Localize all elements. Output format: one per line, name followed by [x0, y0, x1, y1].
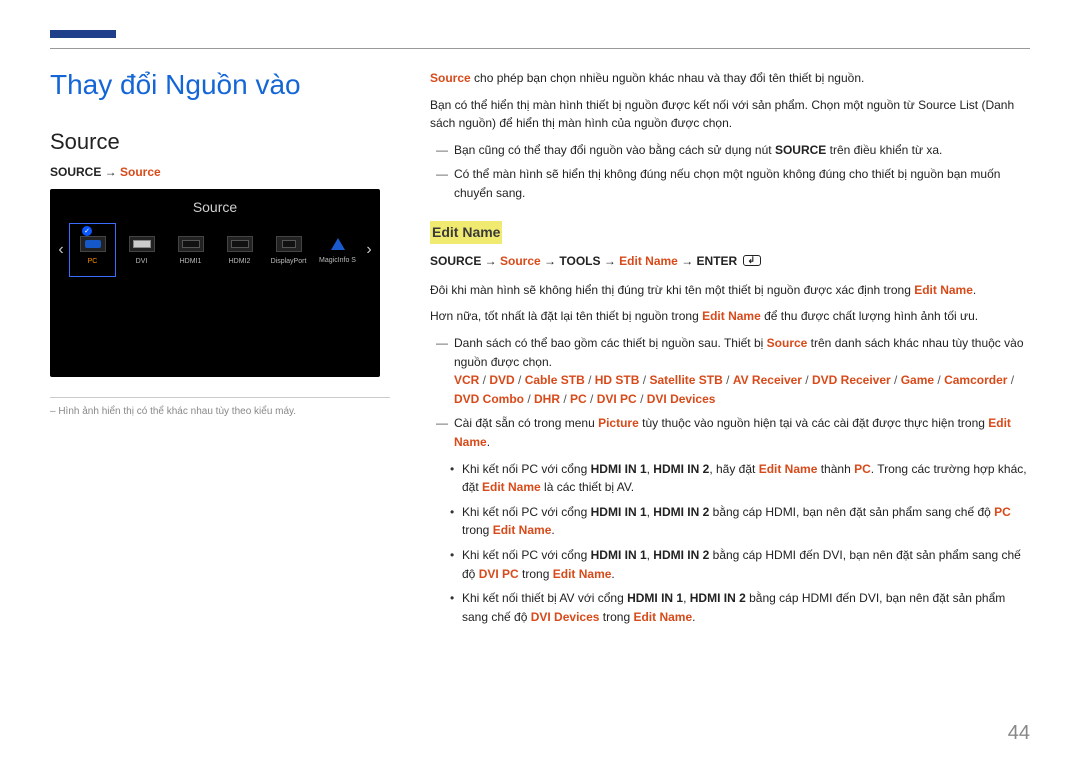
bullet-item: Khi kết nối thiết bị AV với cổng HDMI IN… — [430, 589, 1030, 626]
dash-item: Danh sách có thể bao gồm các thiết bị ng… — [430, 334, 1030, 408]
path-arrow: → — [101, 165, 120, 179]
intro-paragraph: Source cho phép bạn chọn nhiều nguồn khá… — [430, 69, 1030, 88]
path-source-value: Source — [120, 165, 161, 179]
device-list: VCR / DVD / Cable STB / HD STB / Satelli… — [454, 371, 1030, 408]
device-option: HD STB — [595, 373, 640, 387]
source-path: SOURCE → Source — [50, 165, 390, 179]
device-option: DHR — [534, 392, 560, 406]
device-option: Camcorder — [944, 373, 1007, 387]
osd-label: DVI — [136, 258, 148, 265]
edit-name-path: SOURCE → Source → TOOLS → Edit Name → EN… — [430, 252, 1030, 271]
right-column: Source cho phép bạn chọn nhiều nguồn khá… — [430, 69, 1030, 634]
osd-item-pc[interactable]: ✓ PC — [69, 223, 116, 277]
page: Thay đổi Nguồn vào Source SOURCE → Sourc… — [0, 0, 1080, 654]
path-source-key: SOURCE — [50, 165, 101, 179]
left-note: – Hình ảnh hiển thị có thể khác nhau tùy… — [50, 406, 390, 417]
dash-list: Danh sách có thể bao gồm các thiết bị ng… — [430, 334, 1030, 452]
device-option: Cable STB — [525, 373, 585, 387]
dash-list: Bạn cũng có thể thay đổi nguồn vào bằng … — [430, 141, 1030, 203]
header-divider — [50, 48, 1030, 49]
osd-row: ‹ ✓ PC DVI HDMI1 — [50, 223, 380, 277]
page-title: Thay đổi Nguồn vào — [50, 69, 390, 101]
dash-item: Bạn cũng có thể thay đổi nguồn vào bằng … — [430, 141, 1030, 160]
kw-source-key: SOURCE — [775, 143, 826, 157]
check-icon: ✓ — [82, 226, 92, 236]
device-option: DVD Combo — [454, 392, 524, 406]
osd-label: PC — [88, 258, 98, 265]
device-option: DVI Devices — [647, 392, 716, 406]
separator: / — [637, 392, 647, 406]
magicinfo-icon — [329, 237, 347, 251]
separator: / — [479, 373, 489, 387]
osd-item-hdmi2[interactable]: HDMI2 — [216, 223, 263, 277]
separator: / — [515, 373, 525, 387]
bullet-list: Khi kết nối PC với cổng HDMI IN 1, HDMI … — [430, 460, 1030, 627]
osd-label: MagicInfo S — [319, 257, 356, 264]
hdmi-icon — [178, 236, 204, 252]
vga-icon — [80, 236, 106, 252]
device-option: Satellite STB — [649, 373, 722, 387]
left-divider — [50, 397, 390, 398]
page-number: 44 — [1008, 722, 1030, 745]
osd-label: HDMI1 — [180, 258, 202, 265]
osd-list: ✓ PC DVI HDMI1 — [68, 223, 362, 277]
separator: / — [723, 373, 733, 387]
osd-item-displayport[interactable]: DisplayPort — [265, 223, 312, 277]
separator: / — [934, 373, 944, 387]
kw-source: Source — [430, 71, 471, 85]
subheading-edit-name: Edit Name — [430, 221, 502, 245]
osd-item-magicinfo[interactable]: MagicInfo S — [314, 223, 361, 277]
section-title: Source — [50, 129, 390, 155]
osd-item-hdmi1[interactable]: HDMI1 — [167, 223, 214, 277]
hdmi-icon — [227, 236, 253, 252]
header-accent — [50, 30, 116, 38]
dash-item: Cài đặt sẵn có trong menu Picture tùy th… — [430, 414, 1030, 451]
device-option: DVD Receiver — [812, 373, 891, 387]
separator: / — [891, 373, 901, 387]
osd-label: HDMI2 — [229, 258, 251, 265]
paragraph: Hơn nữa, tốt nhất là đặt lại tên thiết b… — [430, 307, 1030, 326]
separator: / — [639, 373, 649, 387]
dash-item: Có thể màn hình sẽ hiển thị không đúng n… — [430, 165, 1030, 202]
separator: / — [587, 392, 597, 406]
enter-icon — [743, 255, 761, 266]
osd-label: DisplayPort — [271, 258, 307, 265]
separator: / — [802, 373, 812, 387]
osd-next[interactable]: › — [362, 241, 376, 259]
separator: / — [585, 373, 595, 387]
separator: / — [1007, 373, 1014, 387]
paragraph: Bạn có thể hiển thị màn hình thiết bị ng… — [430, 96, 1030, 133]
separator: / — [524, 392, 534, 406]
left-column: Thay đổi Nguồn vào Source SOURCE → Sourc… — [50, 69, 390, 634]
bullet-item: Khi kết nối PC với cổng HDMI IN 1, HDMI … — [430, 460, 1030, 497]
device-option: PC — [570, 392, 587, 406]
device-option: VCR — [454, 373, 479, 387]
bullet-item: Khi kết nối PC với cổng HDMI IN 1, HDMI … — [430, 546, 1030, 583]
separator: / — [560, 392, 570, 406]
columns: Thay đổi Nguồn vào Source SOURCE → Sourc… — [50, 69, 1030, 634]
source-osd: Source ‹ ✓ PC DVI — [50, 189, 380, 377]
dvi-icon — [129, 236, 155, 252]
osd-prev[interactable]: ‹ — [54, 241, 68, 259]
paragraph: Đôi khi màn hình sẽ không hiển thị đúng … — [430, 281, 1030, 300]
bullet-item: Khi kết nối PC với cổng HDMI IN 1, HDMI … — [430, 503, 1030, 540]
dp-icon — [276, 236, 302, 252]
device-option: AV Receiver — [733, 373, 802, 387]
osd-item-dvi[interactable]: DVI — [118, 223, 165, 277]
device-option: Game — [901, 373, 934, 387]
device-option: DVD — [489, 373, 514, 387]
device-option: DVI PC — [597, 392, 637, 406]
osd-title: Source — [50, 195, 380, 223]
